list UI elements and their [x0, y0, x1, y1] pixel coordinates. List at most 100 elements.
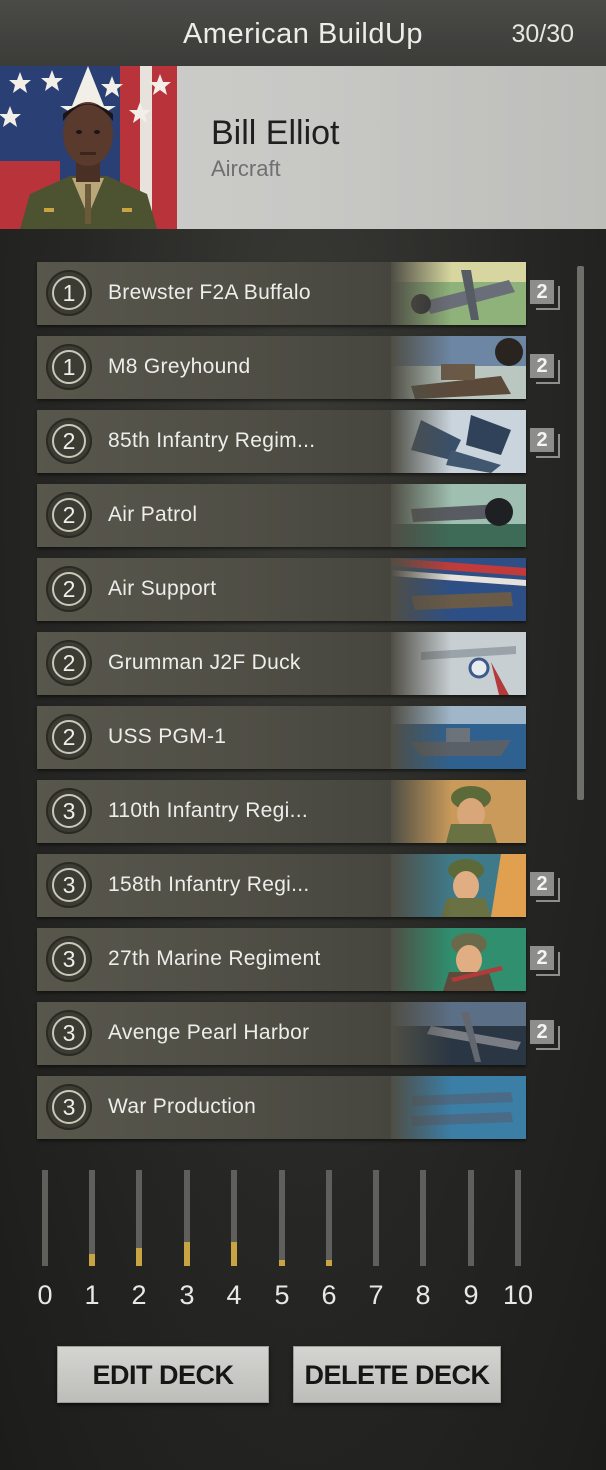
curve-bar — [468, 1170, 474, 1266]
card-row[interactable]: 3 110th Infantry Regi... — [37, 780, 526, 843]
curve-bar — [420, 1170, 426, 1266]
card-cost: 3 — [52, 1016, 86, 1050]
card-name: Air Patrol — [108, 503, 198, 526]
card-cost: 1 — [52, 350, 86, 384]
curve-label: 9 — [463, 1280, 479, 1310]
cost-badge: 3 — [46, 788, 92, 834]
card-name: 85th Infantry Regim... — [108, 429, 316, 452]
card-row[interactable]: 1 Brewster F2A Buffalo — [37, 262, 526, 325]
card-row[interactable]: 2 85th Infantry Regim... — [37, 410, 526, 473]
card-cost: 3 — [52, 868, 86, 902]
card-row[interactable]: 2 Grumman J2F Duck — [37, 632, 526, 695]
plane-art-icon — [391, 558, 526, 621]
card-cost: 2 — [52, 424, 86, 458]
card-name: 110th Infantry Regi... — [108, 799, 308, 822]
card-name: 158th Infantry Regi... — [108, 873, 310, 896]
card-name: War Production — [108, 1095, 257, 1118]
copies-badge: 2 — [530, 946, 560, 976]
cost-badge: 2 — [46, 418, 92, 464]
copies-badge: 2 — [530, 280, 560, 310]
card-name: 27th Marine Regiment — [108, 947, 321, 970]
commander-panel[interactable]: Bill Elliot Aircraft — [0, 66, 606, 229]
curve-label: 0 — [37, 1280, 53, 1310]
curve-bar — [42, 1170, 48, 1266]
curve-label: 1 — [84, 1280, 100, 1310]
curve-bar — [373, 1170, 379, 1266]
card-row[interactable]: 3 158th Infantry Regi... — [37, 854, 526, 917]
copies-count: 2 — [530, 280, 554, 304]
curve-fill — [89, 1254, 95, 1266]
commander-name: Bill Elliot — [211, 114, 340, 152]
copies-badge: 2 — [530, 872, 560, 902]
copies-badge: 2 — [530, 354, 560, 384]
ship-art-icon — [391, 706, 526, 769]
list-scrollbar[interactable] — [577, 266, 584, 800]
plane-art-icon — [391, 262, 526, 325]
header-bar: American BuildUp 30/30 — [0, 0, 606, 66]
curve-label: 10 — [502, 1280, 534, 1310]
cost-badge: 2 — [46, 492, 92, 538]
card-name: M8 Greyhound — [108, 355, 251, 378]
card-row[interactable]: 2 Air Support — [37, 558, 526, 621]
cost-badge: 1 — [46, 270, 92, 316]
infantry-art-icon — [391, 928, 526, 991]
curve-label: 4 — [226, 1280, 242, 1310]
curve-bar — [89, 1170, 95, 1266]
card-row[interactable]: 3 War Production — [37, 1076, 526, 1139]
curve-bar — [231, 1170, 237, 1266]
card-cost: 2 — [52, 720, 86, 754]
copies-count: 2 — [530, 354, 554, 378]
infantry-art-icon — [391, 780, 526, 843]
deck-card-count: 30/30 — [511, 20, 574, 48]
plane-art-icon — [391, 1002, 526, 1065]
curve-fill — [136, 1247, 142, 1266]
curve-label: 5 — [274, 1280, 290, 1310]
curve-fill — [231, 1242, 237, 1266]
cost-badge: 3 — [46, 1010, 92, 1056]
commander-portrait — [0, 66, 177, 229]
cost-badge: 3 — [46, 1084, 92, 1130]
card-name: USS PGM-1 — [108, 725, 227, 748]
card-cost: 2 — [52, 572, 86, 606]
cost-badge: 2 — [46, 566, 92, 612]
card-cost: 3 — [52, 794, 86, 828]
curve-bar — [279, 1170, 285, 1266]
curve-label: 7 — [368, 1280, 384, 1310]
vehicle-art-icon — [391, 336, 526, 399]
commander-class: Aircraft — [211, 156, 281, 181]
curve-bar — [515, 1170, 521, 1266]
copies-count: 2 — [530, 872, 554, 896]
curve-fill — [326, 1260, 332, 1266]
copies-badge: 2 — [530, 1020, 560, 1050]
card-cost: 3 — [52, 942, 86, 976]
card-row[interactable]: 3 Avenge Pearl Harbor — [37, 1002, 526, 1065]
curve-label: 6 — [321, 1280, 337, 1310]
delete-deck-button[interactable]: DELETE DECK — [293, 1346, 501, 1403]
card-name: Grumman J2F Duck — [108, 651, 301, 674]
card-cost: 1 — [52, 276, 86, 310]
mana-curve: 0 1 2 3 4 5 6 7 8 9 10 — [0, 1170, 606, 1320]
card-row[interactable]: 2 Air Patrol — [37, 484, 526, 547]
curve-label: 2 — [131, 1280, 147, 1310]
card-row[interactable]: 2 USS PGM-1 — [37, 706, 526, 769]
card-cost: 2 — [52, 646, 86, 680]
cost-badge: 1 — [46, 344, 92, 390]
card-row[interactable]: 1 M8 Greyhound — [37, 336, 526, 399]
copies-count: 2 — [530, 1020, 554, 1044]
copies-count: 2 — [530, 428, 554, 452]
copies-count: 2 — [530, 946, 554, 970]
curve-fill — [279, 1260, 285, 1266]
curve-fill — [184, 1242, 190, 1266]
plane-art-icon — [391, 632, 526, 695]
cost-badge: 2 — [46, 640, 92, 686]
plane-art-icon — [391, 1076, 526, 1139]
copies-badge: 2 — [530, 428, 560, 458]
cost-badge: 3 — [46, 936, 92, 982]
card-row[interactable]: 3 27th Marine Regiment — [37, 928, 526, 991]
card-cost: 2 — [52, 498, 86, 532]
cost-badge: 2 — [46, 714, 92, 760]
edit-deck-button[interactable]: EDIT DECK — [57, 1346, 269, 1403]
card-name: Brewster F2A Buffalo — [108, 281, 311, 304]
curve-bar — [184, 1170, 190, 1266]
infantry-art-icon — [391, 854, 526, 917]
